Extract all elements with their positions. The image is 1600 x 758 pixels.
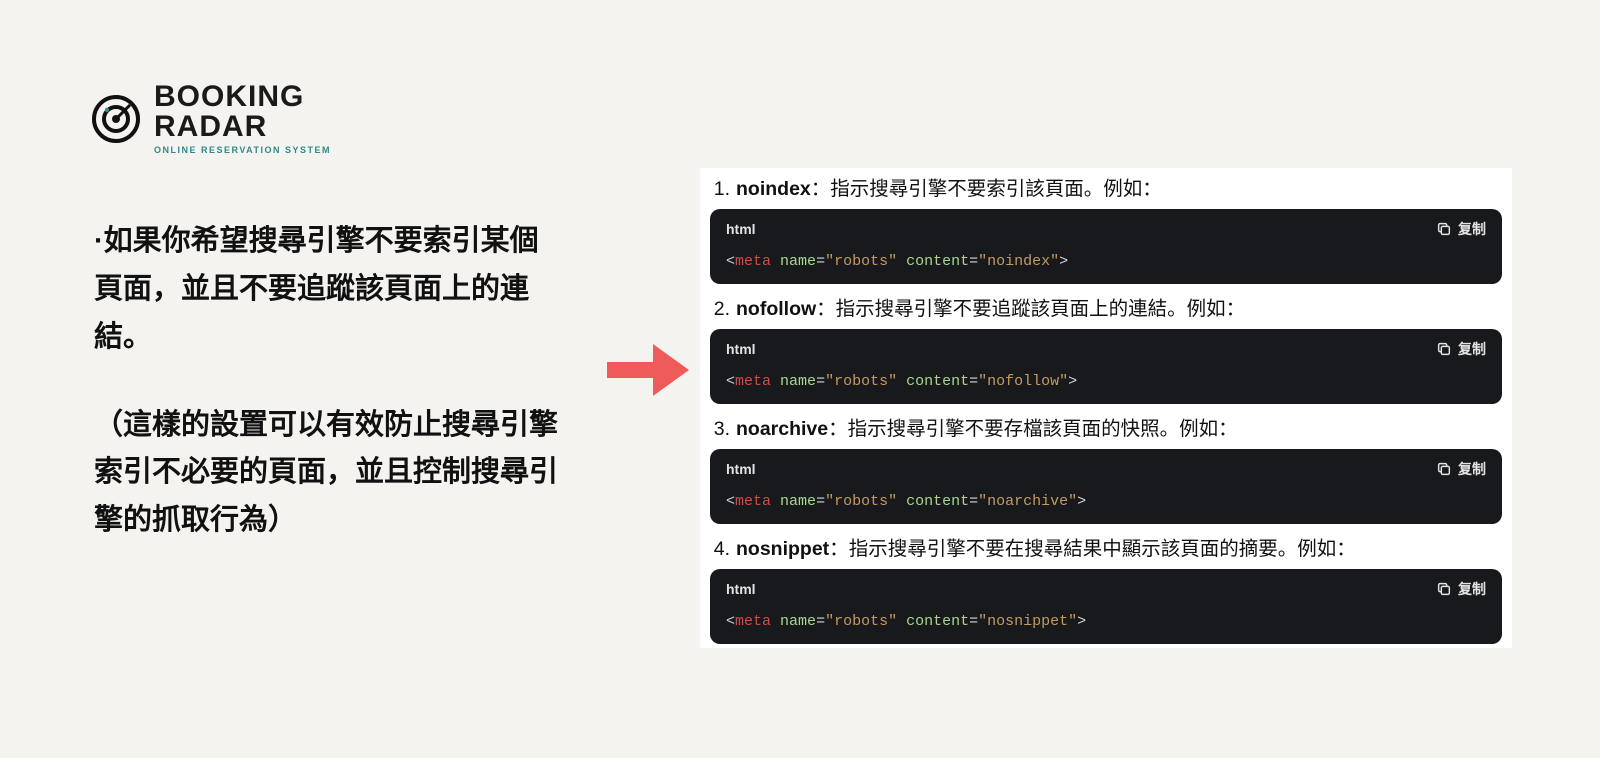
copy-button[interactable]: 复制	[1436, 459, 1486, 479]
example-item: 3. noarchive：指示搜尋引擎不要存檔該頁面的快照。例如：	[700, 408, 1512, 445]
code-language-label: html	[726, 341, 756, 357]
radar-icon	[90, 93, 142, 145]
item-number: 1.	[712, 178, 730, 201]
example-item: 1. noindex：指示搜尋引擎不要索引該頁面。例如：	[700, 168, 1512, 205]
code-content: <meta name="robots" content="nosnippet">	[710, 607, 1502, 644]
description-block: ·如果你希望搜尋引擎不要索引某個頁面，並且不要追蹤該頁面上的連結。 （這樣的設置…	[94, 218, 564, 545]
arrow-right-icon	[605, 338, 691, 402]
copy-label: 复制	[1458, 339, 1486, 359]
directive-desc: 指示搜尋引擎不要在搜尋結果中顯示該頁面的摘要。例如：	[849, 538, 1356, 560]
directive-desc: 指示搜尋引擎不要追蹤該頁面上的連結。例如：	[836, 298, 1246, 320]
logo-name: BOOKING RADAR	[154, 82, 331, 142]
copy-label: 复制	[1458, 459, 1486, 479]
brand-logo: BOOKING RADAR ONLINE RESERVATION SYSTEM	[90, 82, 331, 155]
copy-label: 复制	[1458, 579, 1486, 599]
example-item: 4. nosnippet：指示搜尋引擎不要在搜尋結果中顯示該頁面的摘要。例如：	[700, 528, 1512, 565]
item-number: 2.	[712, 298, 730, 321]
separator: ：	[811, 178, 831, 200]
copy-button[interactable]: 复制	[1436, 219, 1486, 239]
directive-name: nosnippet	[736, 538, 829, 560]
logo-tagline: ONLINE RESERVATION SYSTEM	[154, 146, 331, 155]
copy-icon	[1436, 221, 1452, 237]
copy-button[interactable]: 复制	[1436, 339, 1486, 359]
separator: ：	[829, 538, 849, 560]
separator: ：	[828, 418, 848, 440]
examples-panel: 1.noindex：指示搜尋引擎不要索引該頁面。例如：html 复制<meta …	[700, 168, 1512, 648]
directive-desc: 指示搜尋引擎不要索引該頁面。例如：	[830, 178, 1162, 200]
description-para-2: （這樣的設置可以有效防止搜尋引擎索引不必要的頁面，並且控制搜尋引擎的抓取行為）	[94, 402, 564, 546]
directive-desc: 指示搜尋引擎不要存檔該頁面的快照。例如：	[848, 418, 1238, 440]
copy-button[interactable]: 复制	[1436, 579, 1486, 599]
separator: ：	[816, 298, 836, 320]
example-item: 2. nofollow：指示搜尋引擎不要追蹤該頁面上的連結。例如：	[700, 288, 1512, 325]
copy-icon	[1436, 341, 1452, 357]
description-para-1: ·如果你希望搜尋引擎不要索引某個頁面，並且不要追蹤該頁面上的連結。	[94, 218, 564, 362]
directive-name: nofollow	[736, 298, 816, 320]
copy-icon	[1436, 581, 1452, 597]
code-content: <meta name="robots" content="noindex">	[710, 247, 1502, 284]
code-content: <meta name="robots" content="nofollow">	[710, 367, 1502, 404]
copy-icon	[1436, 461, 1452, 477]
directive-name: noarchive	[736, 418, 828, 440]
code-block: html 复制 <meta name="robots" content="nosn…	[710, 569, 1502, 644]
code-block: html 复制 <meta name="robots" content="noar…	[710, 449, 1502, 524]
directive-name: noindex	[736, 178, 811, 200]
item-number: 4.	[712, 538, 730, 561]
code-language-label: html	[726, 461, 756, 477]
code-language-label: html	[726, 221, 756, 237]
code-content: <meta name="robots" content="noarchive">	[710, 487, 1502, 524]
code-block: html 复制 <meta name="robots" content="nofo…	[710, 329, 1502, 404]
code-language-label: html	[726, 581, 756, 597]
code-block: html 复制 <meta name="robots" content="noin…	[710, 209, 1502, 284]
item-number: 3.	[712, 418, 730, 441]
copy-label: 复制	[1458, 219, 1486, 239]
